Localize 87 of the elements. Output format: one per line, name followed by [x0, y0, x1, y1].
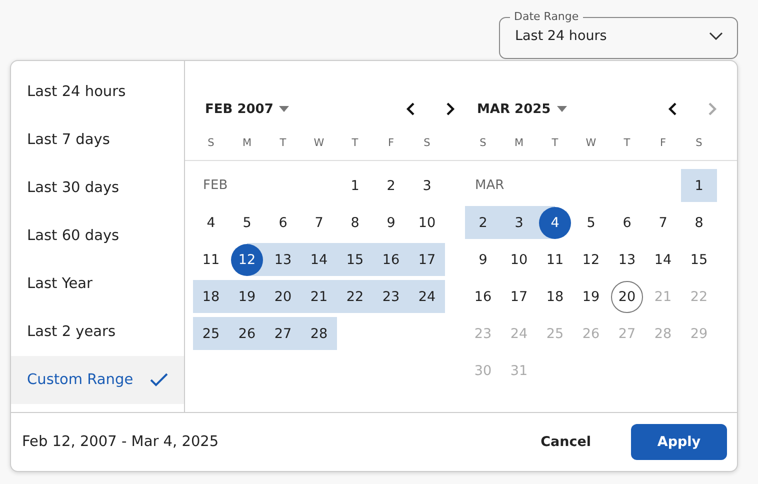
chevron-right-icon	[708, 102, 716, 116]
day-cell[interactable]: 10	[501, 243, 537, 276]
preset-item[interactable]: Last 60 days	[11, 212, 184, 260]
month-label: FEB	[203, 178, 228, 193]
selected-range-text: Feb 12, 2007 - Mar 4, 2025	[22, 434, 219, 450]
day-cell[interactable]: 4	[193, 206, 229, 239]
day-cell[interactable]: 25	[193, 317, 229, 350]
day-cell[interactable]: 24	[409, 280, 445, 313]
day-cell[interactable]: 3	[409, 169, 445, 202]
day-cell[interactable]: 6	[609, 206, 645, 239]
day-cell[interactable]: 9	[373, 206, 409, 239]
chevron-left-icon	[406, 102, 414, 116]
weekday-label: S	[694, 137, 704, 149]
day-cell[interactable]: 14	[645, 243, 681, 276]
day-cell[interactable]: 17	[409, 243, 445, 276]
day-cell[interactable]: 11	[193, 243, 229, 276]
day-cell[interactable]: 20	[265, 280, 301, 313]
day-cell[interactable]: 2	[465, 206, 501, 239]
caret-down-icon	[279, 106, 290, 112]
day-cell[interactable]: 7	[301, 206, 337, 239]
day-cell[interactable]: 18	[537, 280, 573, 313]
weekday-label: F	[658, 137, 668, 149]
field-value: Last 24 hours	[515, 28, 607, 44]
day-cell[interactable]: 19	[229, 280, 265, 313]
chevron-down-icon	[709, 32, 723, 40]
day-cell[interactable]: 8	[681, 206, 717, 239]
day-cell[interactable]: 6	[265, 206, 301, 239]
cancel-button[interactable]: Cancel	[522, 426, 609, 458]
day-cell[interactable]: 14	[301, 243, 337, 276]
day-cell[interactable]: 27	[265, 317, 301, 350]
weekday-label: W	[584, 137, 598, 149]
day-cell[interactable]: 19	[573, 280, 609, 313]
date-range-dropdown[interactable]: Date Range Last 24 hours	[499, 10, 738, 59]
day-cell[interactable]: 23	[373, 280, 409, 313]
field-label: Date Range	[513, 10, 580, 24]
day-cell[interactable]: 16	[465, 280, 501, 313]
day-cell[interactable]: 13	[265, 243, 301, 276]
day-cell[interactable]: 9	[465, 243, 501, 276]
weekday-label: F	[386, 137, 396, 149]
weekday-label: T	[278, 137, 288, 149]
day-cell[interactable]: 15	[681, 243, 717, 276]
day-cell[interactable]: 1	[337, 169, 373, 202]
chevron-right-icon	[446, 102, 454, 116]
weekday-label: S	[478, 137, 488, 149]
weekday-label: T	[550, 137, 560, 149]
preset-item[interactable]: Last 7 days	[11, 116, 184, 164]
weekday-label: M	[513, 137, 525, 149]
day-cell[interactable]: 4	[537, 206, 573, 239]
preset-item[interactable]: Custom Range	[11, 356, 184, 404]
day-cell[interactable]: 28	[301, 317, 337, 350]
month-year-dropdown[interactable]: FEB 2007	[205, 102, 290, 116]
day-cell[interactable]: 26	[229, 317, 265, 350]
day-cell[interactable]: 5	[573, 206, 609, 239]
day-cell[interactable]: 16	[373, 243, 409, 276]
chevron-left-icon	[668, 102, 676, 116]
day-cell[interactable]: 18	[193, 280, 229, 313]
day-cell[interactable]: 5	[229, 206, 265, 239]
weekday-label: W	[312, 137, 326, 149]
day-cell[interactable]: 1	[681, 169, 717, 202]
preset-item[interactable]: Last 30 days	[11, 164, 184, 212]
day-cell[interactable]: 2	[373, 169, 409, 202]
caret-down-icon	[556, 106, 567, 112]
weekday-label: S	[206, 137, 216, 149]
weekday-label: T	[350, 137, 360, 149]
day-cell[interactable]: 13	[609, 243, 645, 276]
day-cell[interactable]: 15	[337, 243, 373, 276]
day-cell[interactable]: 11	[537, 243, 573, 276]
day-cell[interactable]: 22	[337, 280, 373, 313]
day-cell[interactable]: 3	[501, 206, 537, 239]
preset-item[interactable]: Last 2 years	[11, 308, 184, 356]
weekday-label: M	[241, 137, 253, 149]
day-cell[interactable]: 12	[229, 243, 265, 276]
weekday-label: S	[422, 137, 432, 149]
preset-item[interactable]: Last 24 hours	[11, 68, 184, 116]
day-cell[interactable]: 21	[301, 280, 337, 313]
day-cell[interactable]: 17	[501, 280, 537, 313]
day-cell[interactable]: 7	[645, 206, 681, 239]
apply-button[interactable]: Apply	[631, 424, 727, 460]
weekday-label: T	[622, 137, 632, 149]
day-cell[interactable]: 8	[337, 206, 373, 239]
month-year-dropdown[interactable]: MAR 2025	[477, 102, 567, 116]
check-icon	[150, 373, 168, 387]
day-cell[interactable]: 20	[609, 280, 645, 313]
preset-item[interactable]: Last Year	[11, 260, 184, 308]
day-cell[interactable]: 12	[573, 243, 609, 276]
month-label: MAR	[475, 178, 504, 193]
day-cell[interactable]: 10	[409, 206, 445, 239]
